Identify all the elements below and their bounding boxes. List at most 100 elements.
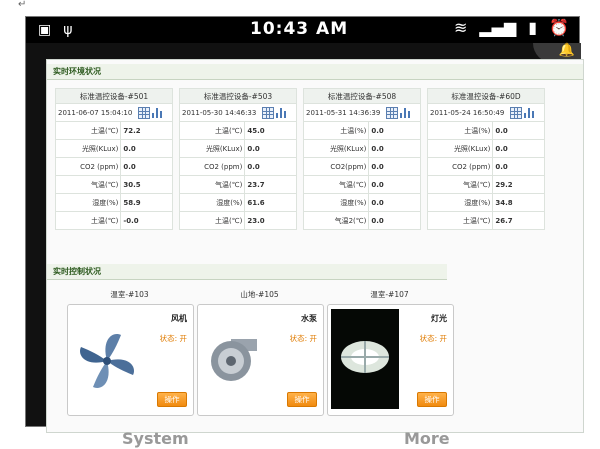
sensor-label: 气温2(℃): [302, 211, 370, 230]
control-name: 灯光: [431, 314, 447, 323]
device-screen: ▣ ψ 10:43 AM ≋ ▂▄▆ ▮ ⏰ 🔔 实时环境状况 标准温控设备-#…: [25, 16, 584, 448]
device-time: 2011-06-07 15:04:10: [58, 108, 133, 117]
table-view-icon[interactable]: [509, 106, 522, 119]
bar-chart-icon[interactable]: [399, 107, 410, 118]
device-table: 标准温控设备-#501 2011-06-07 15:04:10 土温(℃) 72.…: [54, 88, 173, 230]
fan-icon: [71, 309, 139, 409]
sensor-value: 61.6: [244, 193, 297, 212]
sensor-value: 0.0: [120, 139, 173, 158]
device-time: 2011-05-30 14:46:33: [182, 108, 257, 117]
env-section-title: 实时环境状况: [47, 64, 583, 80]
control-caption: 温室-#107: [370, 290, 409, 299]
control-state: 状态: 开: [419, 334, 447, 343]
sensor-value: 23.7: [244, 175, 297, 194]
sensor-label: 土温(℃): [426, 211, 494, 230]
app-content: 实时环境状况 标准温控设备-#501 2011-06-07 15:04:10 土…: [46, 59, 584, 433]
behind-system-label: System: [122, 429, 189, 448]
table-view-icon[interactable]: [137, 106, 150, 119]
sensor-label: 气温(℃): [426, 175, 494, 194]
device-time: 2011-05-31 14:36:39: [306, 108, 381, 117]
control-name: 风机: [171, 314, 187, 323]
control-state: 状态: 开: [289, 334, 317, 343]
sensor-value: 58.9: [120, 193, 173, 212]
sensor-value: 0.0: [368, 139, 421, 158]
control-caption: 山地-#105: [240, 290, 279, 299]
bar-chart-icon[interactable]: [523, 107, 534, 118]
sensor-label: 湿度(%): [54, 193, 122, 212]
device-name: 标准温控设备-#503: [179, 88, 297, 104]
sensor-label: 光照(KLux): [302, 139, 370, 158]
sensor-value: 29.2: [492, 175, 545, 194]
usb-icon: ψ: [63, 22, 73, 38]
bar-chart-icon[interactable]: [275, 107, 286, 118]
device-name: 标准温控设备-#508: [303, 88, 421, 104]
sensor-label: 湿度(%): [302, 193, 370, 212]
table-view-icon[interactable]: [261, 106, 274, 119]
wifi-icon: ≋: [453, 18, 468, 37]
sensor-label: 气温(℃): [302, 175, 370, 194]
sensor-value: 23.0: [244, 211, 297, 230]
return-mark: ↵: [18, 0, 27, 10]
bar-chart-icon[interactable]: [151, 107, 162, 118]
sensor-value: 0.0: [492, 139, 545, 158]
sensor-value: -0.0: [120, 211, 173, 230]
sensor-label: 土温(℃): [178, 211, 246, 230]
sensor-value: 0.0: [368, 121, 421, 140]
control-card-fan: 风机 状态: 开 操作: [67, 304, 194, 416]
table-view-icon[interactable]: [385, 106, 398, 119]
sensor-label: 气温(℃): [54, 175, 122, 194]
sensor-label: CO2 (ppm): [426, 157, 494, 176]
sensor-label: 光照(KLux): [54, 139, 122, 158]
sensor-label: CO2 (ppm): [54, 157, 122, 176]
sensor-value: 0.0: [120, 157, 173, 176]
control-state: 状态: 开: [159, 334, 187, 343]
control-name: 水泵: [301, 314, 317, 323]
sensor-label: CO2(ppm): [302, 157, 370, 176]
sensor-value: 0.0: [244, 157, 297, 176]
sensor-label: 土温(%): [426, 121, 494, 140]
sensor-label: 光照(KLux): [426, 139, 494, 158]
sensor-label: 光照(KLux): [178, 139, 246, 158]
sensor-value: 0.0: [368, 211, 421, 230]
operate-button[interactable]: 操作: [287, 392, 317, 407]
behind-more-label: More: [404, 429, 450, 448]
sensor-value: 72.2: [120, 121, 173, 140]
device-table: 标准温控设备-#508 2011-05-31 14:36:39 土温(%) 0.0…: [302, 88, 421, 230]
control-card-lamp: 灯光 状态: 开 操作: [327, 304, 454, 416]
android-icon: ▣: [38, 22, 52, 38]
sensor-value: 0.0: [244, 139, 297, 158]
device-table: 标准温控设备-#503 2011-05-30 14:46:33 土温(℃) 45.…: [178, 88, 297, 230]
sensor-value: 26.7: [492, 211, 545, 230]
sensor-label: 土温(℃): [54, 121, 122, 140]
operate-button[interactable]: 操作: [157, 392, 187, 407]
sensor-label: 土温(%): [302, 121, 370, 140]
operate-button[interactable]: 操作: [417, 392, 447, 407]
sensor-value: 0.0: [368, 175, 421, 194]
sensor-value: 0.0: [492, 121, 545, 140]
device-name: 标准温控设备-#501: [55, 88, 173, 104]
sensor-value: 30.5: [120, 175, 173, 194]
sensor-label: 湿度(%): [178, 193, 246, 212]
sensor-label: 湿度(%): [426, 193, 494, 212]
sensor-label: 土温(℃): [178, 121, 246, 140]
sensor-value: 0.0: [368, 193, 421, 212]
control-card-pump: 水泵 状态: 开 操作: [197, 304, 324, 416]
pump-icon: [201, 309, 269, 409]
sensor-value: 0.0: [368, 157, 421, 176]
sensor-label: 土温(℃): [54, 211, 122, 230]
device-time: 2011-05-24 16:50:49: [430, 108, 505, 117]
signal-icon: ▂▄▆: [479, 18, 517, 37]
sensor-label: 气温(℃): [178, 175, 246, 194]
device-name: 标准温控设备-#60D: [427, 88, 545, 104]
battery-icon: ▮: [528, 18, 538, 37]
alarm-icon: ⏰: [549, 18, 569, 37]
lamp-icon: [331, 309, 399, 409]
control-section-title: 实时控制状况: [47, 264, 447, 280]
status-bar: ▣ ψ 10:43 AM ≋ ▂▄▆ ▮ ⏰: [26, 17, 579, 43]
sensor-value: 45.0: [244, 121, 297, 140]
sensor-value: 0.0: [492, 157, 545, 176]
sensor-label: CO2 (ppm): [178, 157, 246, 176]
control-caption: 温室-#103: [110, 290, 149, 299]
status-time: 10:43 AM: [250, 19, 349, 39]
sensor-value: 34.8: [492, 193, 545, 212]
